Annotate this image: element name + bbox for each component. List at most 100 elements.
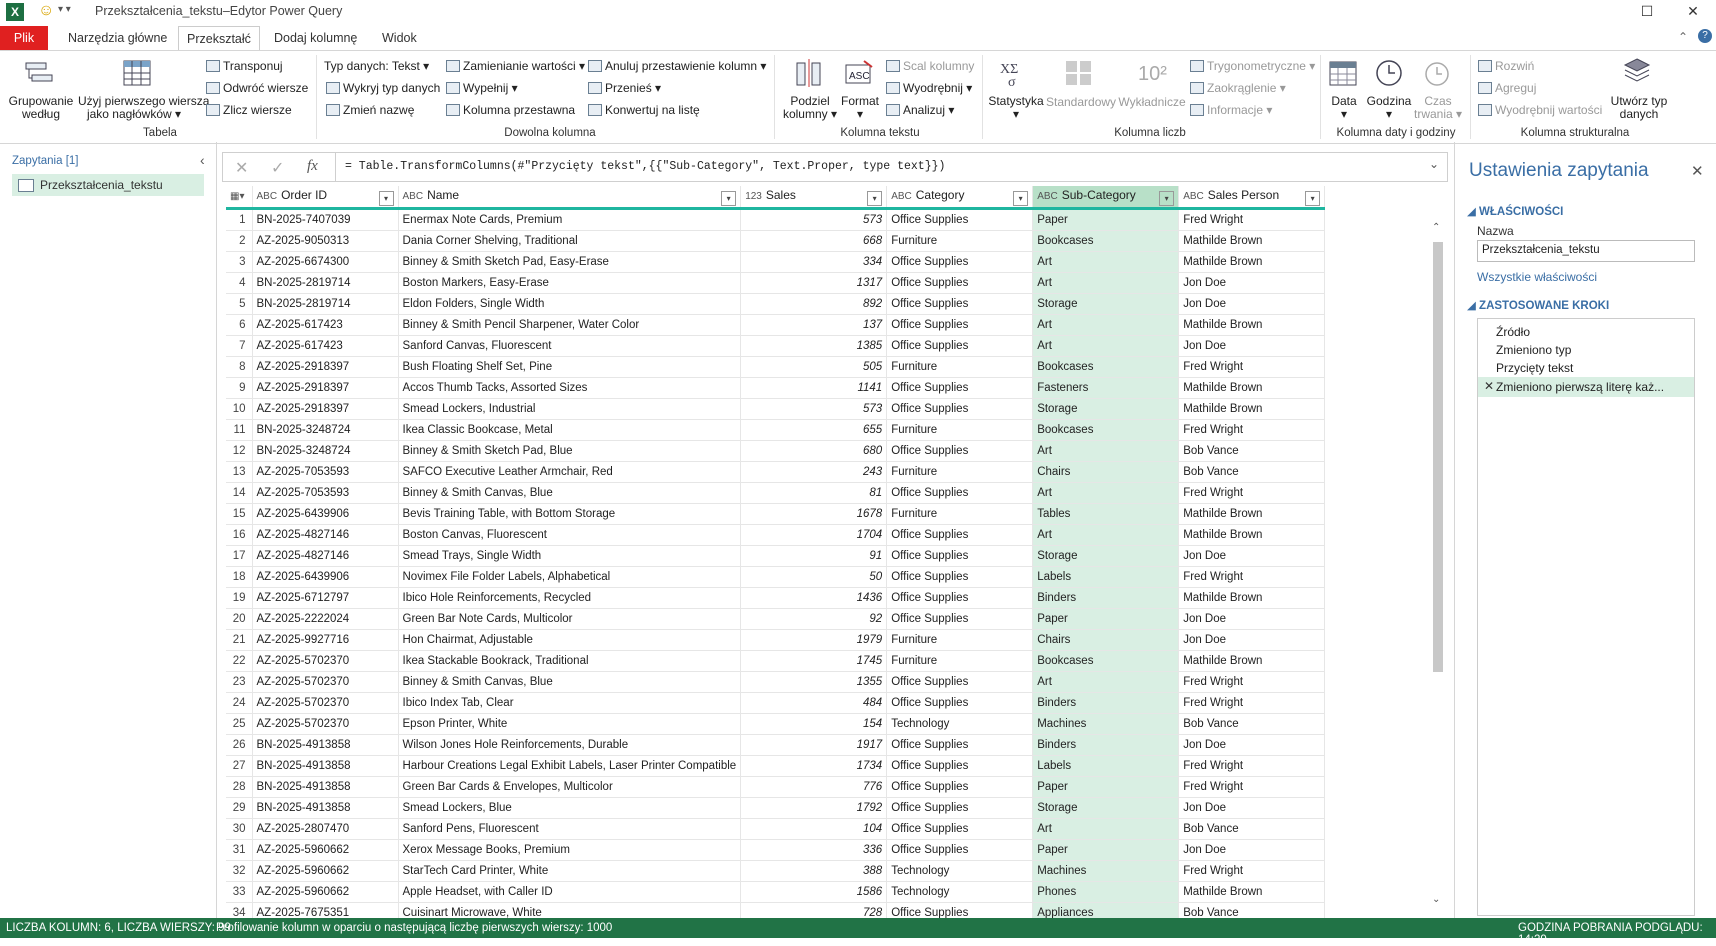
table-cell[interactable]: AZ-2025-5960662: [252, 839, 399, 861]
row-number[interactable]: 3: [226, 251, 253, 273]
table-cell[interactable]: Fred Wright: [1178, 860, 1326, 882]
row-number[interactable]: 18: [226, 566, 253, 588]
table-cell[interactable]: Fred Wright: [1178, 692, 1326, 714]
column-filter-dropdown-icon[interactable]: ▾: [1159, 190, 1175, 206]
table-cell[interactable]: AZ-2025-2918397: [252, 356, 399, 378]
collapse-ribbon-icon[interactable]: ⌃: [1678, 30, 1688, 44]
row-number[interactable]: 25: [226, 713, 253, 735]
table-cell[interactable]: Mathilde Brown: [1178, 377, 1326, 399]
scroll-up-icon[interactable]: ⌃: [1432, 222, 1440, 233]
table-cell[interactable]: 50: [740, 566, 888, 588]
table-cell[interactable]: Fred Wright: [1178, 671, 1326, 693]
step-item[interactable]: Źródło: [1496, 325, 1530, 339]
extract-button[interactable]: Wyodrębnij ▾: [886, 81, 972, 95]
table-cell[interactable]: Mathilde Brown: [1178, 650, 1326, 672]
table-cell[interactable]: 1979: [740, 629, 888, 651]
column-filter-dropdown-icon[interactable]: ▾: [378, 190, 394, 206]
table-cell[interactable]: Art: [1032, 335, 1180, 357]
table-cell[interactable]: Office Supplies: [886, 608, 1034, 630]
table-cell[interactable]: Office Supplies: [886, 335, 1034, 357]
close-window-button[interactable]: ✕: [1670, 0, 1716, 24]
table-cell[interactable]: AZ-2025-617423: [252, 335, 399, 357]
row-number[interactable]: 12: [226, 440, 253, 462]
table-cell[interactable]: Hon Chairmat, Adjustable: [398, 629, 742, 651]
table-cell[interactable]: BN-2025-4913858: [252, 776, 399, 798]
table-cell[interactable]: Office Supplies: [886, 398, 1034, 420]
table-cell[interactable]: Mathilde Brown: [1178, 398, 1326, 420]
column-header[interactable]: ABC Category ▾: [886, 186, 1034, 210]
query-item[interactable]: Przekształcenia_tekstu: [12, 174, 204, 196]
table-cell[interactable]: 137: [740, 314, 888, 336]
table-cell[interactable]: Jon Doe: [1178, 293, 1326, 315]
step-item-selected[interactable]: ✕ Zmieniono pierwszą literę każ...: [1478, 377, 1694, 397]
column-filter-dropdown-icon[interactable]: ▾: [721, 190, 737, 206]
column-filter-dropdown-icon[interactable]: ▾: [1305, 190, 1321, 206]
table-cell[interactable]: Green Bar Note Cards, Multicolor: [398, 608, 742, 630]
table-cell[interactable]: Binney & Smith Canvas, Blue: [398, 671, 742, 693]
table-cell[interactable]: BN-2025-2819714: [252, 293, 399, 315]
table-cell[interactable]: Office Supplies: [886, 251, 1034, 273]
table-cell[interactable]: 91: [740, 545, 888, 567]
column-filter-dropdown-icon[interactable]: ▾: [867, 190, 883, 206]
table-cell[interactable]: Labels: [1032, 755, 1180, 777]
use-first-row-button[interactable]: Użyj pierwszego wiersza jako nagłówków ▾: [78, 95, 209, 121]
table-cell[interactable]: Binders: [1032, 734, 1180, 756]
table-cell[interactable]: Bob Vance: [1178, 818, 1326, 840]
column-type-icon[interactable]: ABC: [891, 191, 912, 202]
table-cell[interactable]: AZ-2025-5960662: [252, 860, 399, 882]
table-cell[interactable]: Machines: [1032, 860, 1180, 882]
table-cell[interactable]: Jon Doe: [1178, 608, 1326, 630]
collapse-queries-icon[interactable]: ‹: [200, 152, 205, 168]
table-cell[interactable]: Binney & Smith Sketch Pad, Blue: [398, 440, 742, 462]
row-number[interactable]: 26: [226, 734, 253, 756]
table-cell[interactable]: Sanford Canvas, Fluorescent: [398, 335, 742, 357]
unpivot-button[interactable]: Anuluj przestawienie kolumn ▾: [588, 59, 766, 73]
trigonometry-button[interactable]: Trygonometryczne ▾: [1190, 59, 1315, 73]
replace-values-button[interactable]: Zamienianie wartości ▾: [446, 59, 585, 73]
table-cell[interactable]: Office Supplies: [886, 671, 1034, 693]
row-number[interactable]: 4: [226, 272, 253, 294]
table-cell[interactable]: AZ-2025-7053593: [252, 482, 399, 504]
table-cell[interactable]: Fred Wright: [1178, 776, 1326, 798]
row-number[interactable]: 13: [226, 461, 253, 483]
row-number[interactable]: 22: [226, 650, 253, 672]
format-button[interactable]: Format ▾: [840, 95, 880, 121]
column-type-icon[interactable]: ABC: [403, 191, 424, 202]
table-cell[interactable]: Binney & Smith Canvas, Blue: [398, 482, 742, 504]
table-cell[interactable]: Paper: [1032, 208, 1180, 231]
table-cell[interactable]: Jon Doe: [1178, 839, 1326, 861]
table-cell[interactable]: 104: [740, 818, 888, 840]
row-number[interactable]: 31: [226, 839, 253, 861]
table-cell[interactable]: Chairs: [1032, 461, 1180, 483]
expand-button[interactable]: Rozwiń: [1478, 59, 1534, 73]
table-cell[interactable]: 334: [740, 251, 888, 273]
row-number[interactable]: 23: [226, 671, 253, 693]
standard-button[interactable]: Standardowy: [1046, 95, 1116, 109]
table-cell[interactable]: Office Supplies: [886, 314, 1034, 336]
table-cell[interactable]: 1734: [740, 755, 888, 777]
table-cell[interactable]: 655: [740, 419, 888, 441]
create-data-type-button[interactable]: Utwórz typ danych: [1604, 95, 1674, 121]
table-cell[interactable]: Office Supplies: [886, 377, 1034, 399]
table-cell[interactable]: 1704: [740, 524, 888, 546]
feedback-smiley-icon[interactable]: ☺: [38, 2, 54, 20]
rename-button[interactable]: Zmień nazwę: [326, 103, 414, 117]
table-cell[interactable]: Paper: [1032, 776, 1180, 798]
table-cell[interactable]: 1141: [740, 377, 888, 399]
table-cell[interactable]: Technology: [886, 860, 1034, 882]
table-cell[interactable]: Ibico Index Tab, Clear: [398, 692, 742, 714]
table-cell[interactable]: Art: [1032, 671, 1180, 693]
table-cell[interactable]: Office Supplies: [886, 818, 1034, 840]
table-cell[interactable]: 776: [740, 776, 888, 798]
table-cell[interactable]: 892: [740, 293, 888, 315]
tab-file[interactable]: Plik: [0, 26, 48, 50]
table-cell[interactable]: 92: [740, 608, 888, 630]
table-cell[interactable]: Bevis Training Table, with Bottom Storag…: [398, 503, 742, 525]
table-cell[interactable]: 243: [740, 461, 888, 483]
table-cell[interactable]: Fred Wright: [1178, 208, 1326, 231]
table-cell[interactable]: AZ-2025-5702370: [252, 650, 399, 672]
maximize-button[interactable]: ☐: [1624, 0, 1670, 24]
table-cell[interactable]: Office Supplies: [886, 839, 1034, 861]
table-cell[interactable]: Mathilde Brown: [1178, 881, 1326, 903]
table-cell[interactable]: AZ-2025-6439906: [252, 503, 399, 525]
